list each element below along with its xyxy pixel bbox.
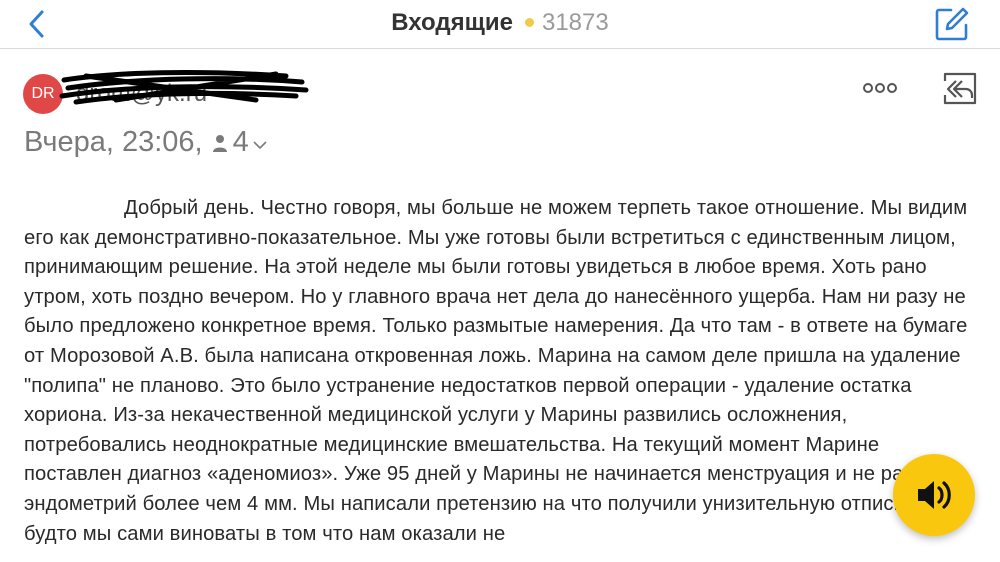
compose-icon — [935, 7, 969, 41]
header-title-group: Входящие 31873 — [0, 9, 1000, 37]
more-dots-icon — [863, 83, 897, 93]
compose-button[interactable] — [934, 6, 970, 42]
recipients-toggle[interactable]: 4 — [211, 126, 267, 159]
more-button[interactable] — [860, 80, 900, 96]
redaction-scribble — [59, 70, 309, 105]
message-date: Вчера, 23:06, — [24, 126, 203, 158]
message-body: Добрый день. Честно говоря, мы больше не… — [24, 194, 976, 549]
message-count: 31873 — [541, 9, 609, 36]
audio-button[interactable] — [893, 454, 975, 536]
person-icon — [212, 134, 227, 152]
message-meta: Вчера, 23:06, 4 — [24, 126, 267, 159]
top-bar: Входящие 31873 — [0, 0, 1000, 49]
message-body-text: Добрый день. Честно говоря, мы больше не… — [24, 197, 968, 545]
chevron-down-icon — [253, 140, 267, 149]
reply-all-button[interactable] — [942, 70, 978, 106]
recipients-count: 4 — [232, 126, 249, 158]
folder-title: Входящие — [391, 9, 513, 36]
unread-dot — [524, 17, 534, 27]
reply-all-icon — [943, 72, 977, 105]
speaker-icon — [918, 481, 951, 509]
